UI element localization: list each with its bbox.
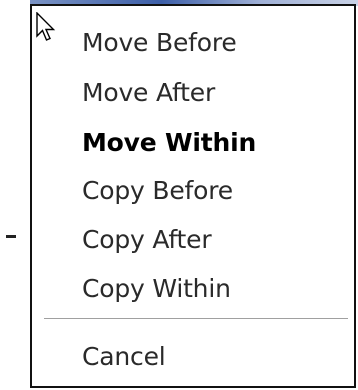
menu-item-copy-within[interactable]: Copy Within — [32, 264, 354, 314]
menu-item-label: Cancel — [82, 342, 166, 371]
menu-item-move-before[interactable]: Move Before — [32, 18, 354, 68]
screenshot-stage: Move Before Move After Move Within Copy … — [0, 0, 358, 390]
menu-item-cancel[interactable]: Cancel — [32, 332, 354, 382]
menu-item-label: Copy Before — [82, 176, 233, 205]
menu-item-label: Move Within — [82, 128, 257, 157]
mouse-pointer-arrow-icon — [36, 12, 56, 41]
menu-item-label: Copy After — [82, 225, 212, 254]
menu-item-move-after[interactable]: Move After — [32, 68, 354, 118]
menu-item-copy-after[interactable]: Copy After — [32, 215, 354, 265]
menu-item-label: Move Before — [82, 28, 237, 57]
drag-indicator-line — [6, 235, 16, 238]
menu-item-copy-before[interactable]: Copy Before — [32, 166, 354, 216]
menu-item-label: Copy Within — [82, 274, 231, 303]
drag-drop-context-menu: Move Before Move After Move Within Copy … — [30, 4, 356, 388]
menu-item-label: Move After — [82, 78, 216, 107]
menu-separator — [44, 318, 348, 320]
menu-item-move-within[interactable]: Move Within — [32, 118, 354, 168]
